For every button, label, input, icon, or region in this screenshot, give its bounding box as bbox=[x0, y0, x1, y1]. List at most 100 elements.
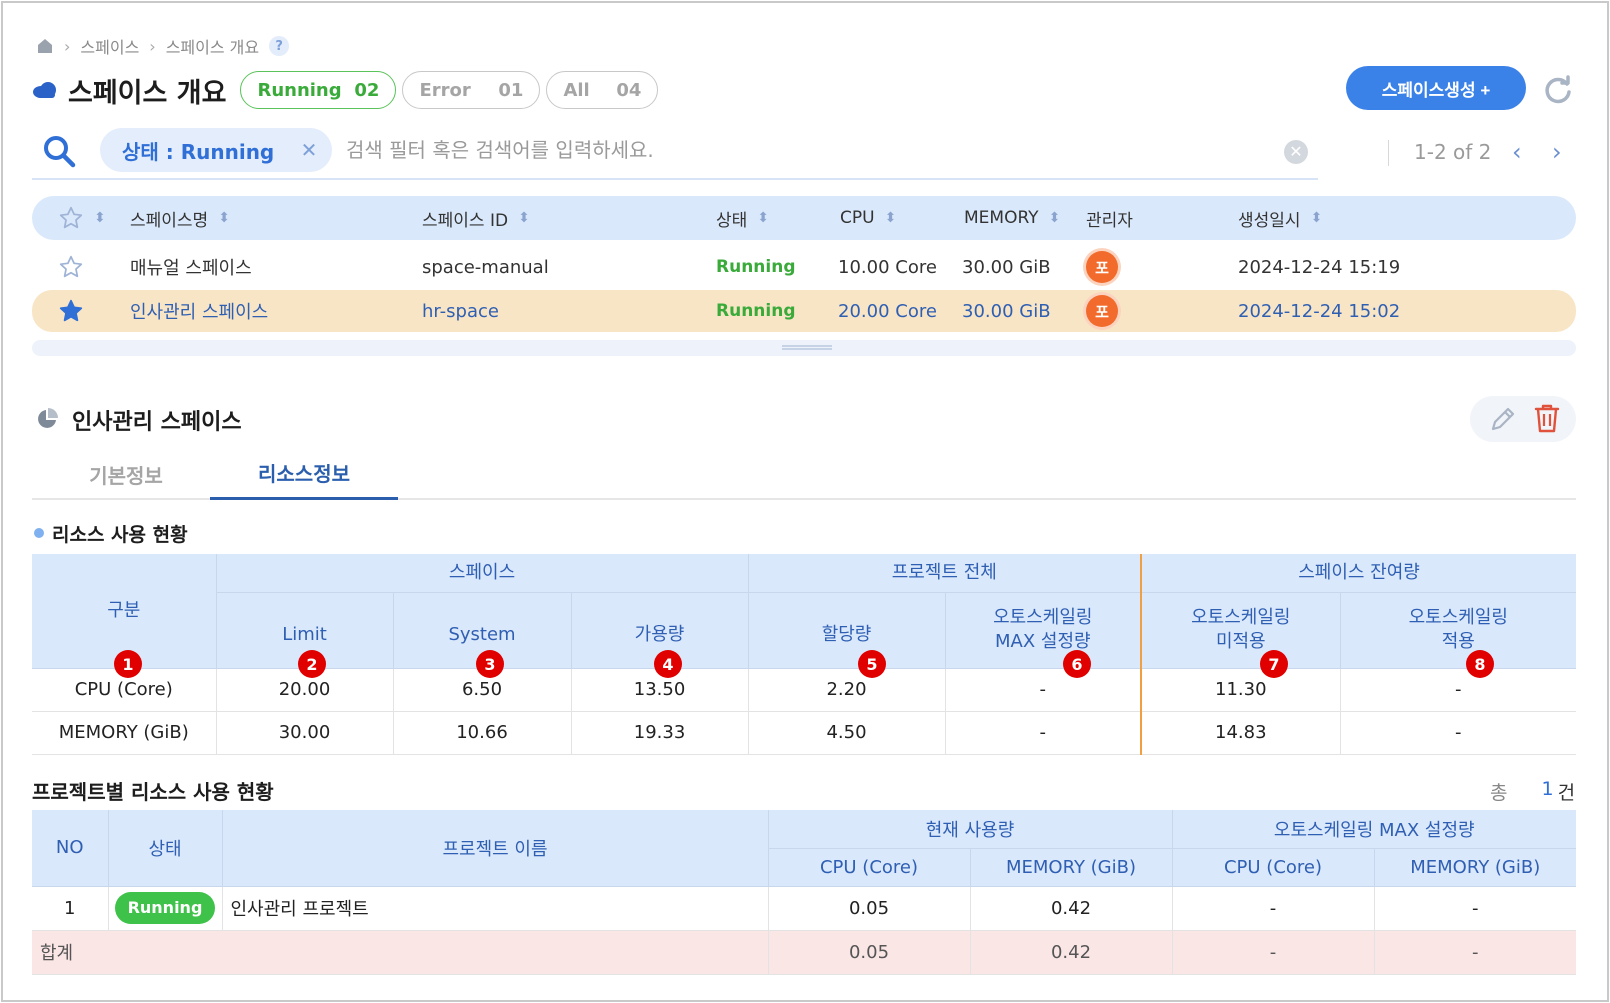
page-title: 스페이스 개요 bbox=[68, 77, 227, 109]
header-memory: MEMORY (GiB) bbox=[1374, 848, 1577, 887]
memory-value: 30.00 GiB bbox=[962, 300, 1051, 322]
tab-resource-info[interactable]: 리소스정보 bbox=[210, 448, 398, 500]
pie-chart-icon bbox=[38, 408, 58, 428]
column-header-memory[interactable]: MEMORY ⬍ bbox=[964, 196, 1060, 240]
header-status: 상태 bbox=[108, 810, 223, 887]
header-memory: MEMORY (GiB) bbox=[970, 848, 1173, 887]
cell-unapplied: 14.83 bbox=[1140, 711, 1341, 755]
grip-icon bbox=[782, 345, 832, 350]
callout-badge-3: 3 bbox=[476, 650, 504, 678]
admin-cell: 포 bbox=[1086, 246, 1118, 288]
cell-cur-cpu: 0.05 bbox=[768, 886, 971, 931]
pagination-range: 1-2 of 2 bbox=[1414, 140, 1492, 164]
created-at: 2024-12-24 15:02 bbox=[1238, 300, 1401, 322]
column-label: CPU bbox=[840, 208, 875, 228]
column-header-created[interactable]: 생성일시 ⬍ bbox=[1238, 196, 1322, 240]
tab-basic-info[interactable]: 기본정보 bbox=[32, 448, 220, 500]
cell-project-name[interactable]: 인사관리 프로젝트 bbox=[222, 886, 769, 931]
avatar[interactable]: 포 bbox=[1086, 295, 1118, 327]
refresh-icon[interactable] bbox=[1542, 74, 1574, 106]
breadcrumb: › 스페이스 › 스페이스 개요 ? bbox=[36, 34, 290, 58]
sort-icon[interactable]: ⬍ bbox=[94, 210, 106, 226]
column-header-status[interactable]: 상태 ⬍ bbox=[716, 196, 769, 240]
cell-autoscale-max: - bbox=[945, 668, 1142, 712]
cpu-value: 20.00 Core bbox=[838, 300, 937, 322]
cell-autoscale-max: - bbox=[945, 711, 1142, 755]
sort-icon[interactable]: ⬍ bbox=[885, 210, 897, 226]
sort-icon[interactable]: ⬍ bbox=[1049, 210, 1061, 226]
help-icon[interactable]: ? bbox=[269, 36, 290, 56]
cell-limit: 30.00 bbox=[216, 711, 394, 755]
home-icon[interactable] bbox=[36, 37, 54, 55]
cell-system: 10.66 bbox=[393, 711, 572, 755]
chevron-right-icon: › bbox=[64, 36, 71, 56]
sum-max-cpu: - bbox=[1172, 930, 1375, 975]
trash-icon[interactable] bbox=[1532, 402, 1562, 434]
filter-pill-error[interactable]: Error 01 bbox=[402, 71, 541, 109]
column-label: 상태 bbox=[716, 210, 748, 231]
filter-pill-all[interactable]: All 04 bbox=[546, 71, 659, 109]
callout-badge-6: 6 bbox=[1063, 650, 1091, 678]
resource-section-title: 리소스 사용 현황 bbox=[52, 524, 188, 546]
callout-badge-8: 8 bbox=[1466, 650, 1494, 678]
header-space: 스페이스 bbox=[216, 554, 749, 593]
breadcrumb-space-overview[interactable]: 스페이스 개요 bbox=[166, 34, 259, 58]
star-outline-icon bbox=[59, 255, 83, 278]
breadcrumb-space[interactable]: 스페이스 bbox=[80, 34, 139, 58]
header-cpu: CPU (Core) bbox=[768, 848, 971, 887]
sort-icon[interactable]: ⬍ bbox=[218, 210, 230, 226]
star-column-header[interactable]: ⬍ bbox=[58, 196, 106, 240]
space-name: 매뉴얼 스페이스 bbox=[130, 258, 252, 279]
sort-icon[interactable]: ⬍ bbox=[518, 210, 530, 226]
header-space-remain: 스페이스 잔여량 bbox=[1140, 554, 1577, 593]
callout-badge-7: 7 bbox=[1260, 650, 1288, 678]
sort-icon[interactable]: ⬍ bbox=[757, 210, 769, 226]
edit-icon[interactable] bbox=[1488, 404, 1518, 434]
resize-handle[interactable] bbox=[32, 340, 1576, 356]
header-autoscale-max: 오토스케일링 MAX 설정량 bbox=[945, 592, 1142, 669]
space-list-header: ⬍ 스페이스명 ⬍ 스페이스 ID ⬍ 상태 ⬍ CPU ⬍ MEMORY ⬍ 관리자 생… bbox=[32, 196, 1576, 240]
space-row-selected[interactable]: 인사관리 스페이스 hr-space Running 20.00 Core 30… bbox=[32, 290, 1576, 332]
cell-max-cpu: - bbox=[1172, 886, 1375, 931]
search-input[interactable] bbox=[346, 132, 1266, 168]
callout-badge-2: 2 bbox=[298, 650, 326, 678]
favorite-toggle[interactable] bbox=[58, 246, 84, 288]
clear-search-icon[interactable]: ✕ bbox=[1284, 140, 1308, 164]
header-no: NO bbox=[32, 810, 109, 887]
pill-label: All bbox=[563, 79, 590, 101]
sum-label: 합계 bbox=[32, 930, 769, 975]
create-space-button[interactable]: 스페이스생성 + bbox=[1346, 66, 1526, 110]
chevron-right-icon: › bbox=[149, 36, 156, 56]
table-row[interactable]: 1 Running 인사관리 프로젝트 0.05 0.42 - - bbox=[32, 886, 1577, 931]
search-icon[interactable] bbox=[42, 134, 76, 168]
memory-value: 30.00 GiB bbox=[962, 256, 1051, 278]
column-header-cpu[interactable]: CPU ⬍ bbox=[840, 196, 896, 240]
created-at: 2024-12-24 15:19 bbox=[1238, 256, 1401, 278]
pill-count: 02 bbox=[354, 79, 380, 101]
space-row[interactable]: 매뉴얼 스페이스 space-manual Running 10.00 Core… bbox=[32, 246, 1576, 288]
header-allocated: 할당량 bbox=[748, 592, 946, 669]
favorite-toggle[interactable] bbox=[58, 290, 84, 332]
total-number: 1 bbox=[1541, 778, 1554, 800]
detail-tabs: 기본정보 리소스정보 bbox=[32, 448, 1576, 500]
resource-usage-table: 구분 스페이스 프로젝트 전체 스페이스 잔여량 Limit System 가용… bbox=[32, 554, 1577, 755]
column-label: 관리자 bbox=[1086, 210, 1133, 231]
project-usage-table: NO 상태 프로젝트 이름 현재 사용량 오토스케일링 MAX 설정량 CPU … bbox=[32, 810, 1577, 975]
column-header-id[interactable]: 스페이스 ID ⬍ bbox=[422, 196, 530, 240]
column-header-name[interactable]: 스페이스명 ⬍ bbox=[130, 196, 230, 240]
avatar[interactable]: 포 bbox=[1086, 251, 1118, 283]
chevron-left-icon[interactable]: ‹ bbox=[1512, 138, 1522, 166]
table-row: CPU (Core) 20.00 6.50 13.50 2.20 - 11.30… bbox=[32, 668, 1577, 712]
cell-available: 19.33 bbox=[571, 711, 749, 755]
header-autoscale-max: 오토스케일링 MAX 설정량 bbox=[1172, 810, 1577, 849]
status-filter-chip[interactable]: 상태 : Running ✕ bbox=[100, 128, 332, 172]
close-icon[interactable]: ✕ bbox=[298, 139, 320, 161]
header-project-name: 프로젝트 이름 bbox=[222, 810, 769, 887]
star-outline-icon bbox=[59, 206, 83, 229]
filter-pill-running[interactable]: Running 02 bbox=[240, 71, 397, 109]
total-count: 총 1 건 bbox=[1490, 778, 1575, 805]
cpu-value: 10.00 Core bbox=[838, 256, 937, 278]
sort-icon[interactable]: ⬍ bbox=[1311, 210, 1323, 226]
pill-label: Running bbox=[257, 79, 342, 101]
chevron-right-icon[interactable]: › bbox=[1552, 138, 1562, 166]
